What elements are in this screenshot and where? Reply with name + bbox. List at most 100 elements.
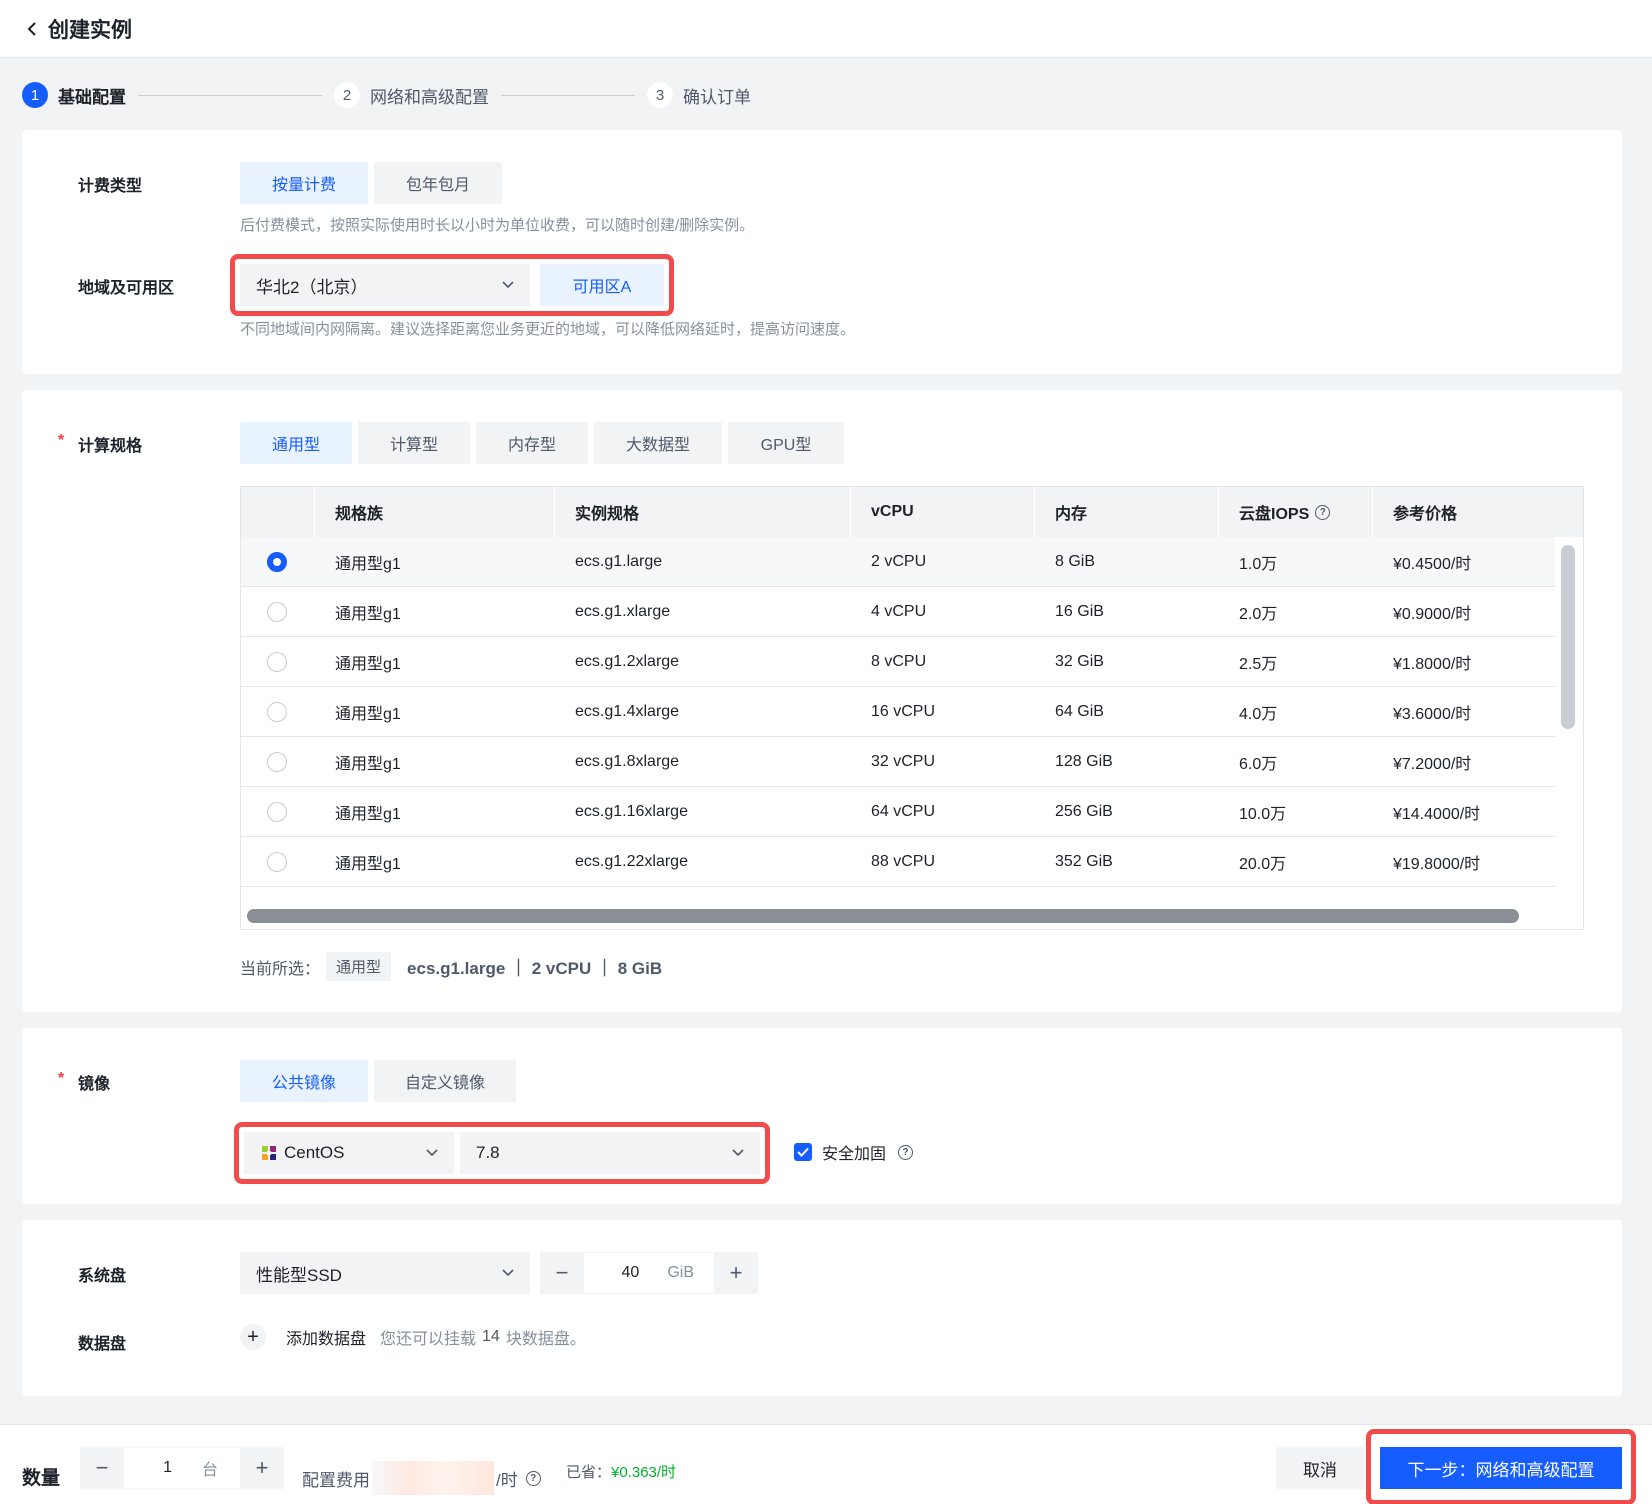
table-cell-type: ecs.g1.2xlarge [575, 653, 680, 670]
table-cell-select [241, 737, 315, 787]
system-disk-size-value: 40 [621, 1264, 640, 1281]
minus-button[interactable]: − [80, 1447, 124, 1489]
column-header-text: 云盘IOPS [1239, 506, 1310, 523]
table-cell-iops: 4.0万 [1239, 706, 1278, 723]
vertical-scrollbar[interactable] [1561, 545, 1575, 729]
image-tab-custom[interactable]: 自定义镜像 [374, 1060, 516, 1102]
minus-button[interactable]: − [540, 1252, 584, 1294]
system-disk-type-value: 性能型SSD [256, 1265, 342, 1285]
column-header: 参考价格 [1373, 487, 1583, 537]
table-row[interactable]: 通用型g1 ecs.g1.16xlarge 64 vCPU 256 GiB 10.0万 ¥… [241, 787, 1555, 837]
plus-button[interactable]: + [714, 1252, 758, 1294]
zone-option-a[interactable]: 可用区A [540, 264, 664, 306]
spec-tab-memory[interactable]: 内存型 [476, 422, 588, 464]
row-radio[interactable] [267, 702, 287, 722]
spec-tab-general[interactable]: 通用型 [240, 422, 352, 464]
column-header: 规格族 [315, 487, 555, 537]
chevron-down-icon [502, 1267, 514, 1279]
saved-label: 已省： [566, 1464, 612, 1481]
version-select-value: 7.8 [476, 1143, 500, 1162]
horizontal-scrollbar[interactable] [247, 909, 1519, 923]
required-mark: * [58, 432, 65, 449]
table-cell-price: ¥14.4000/时 [1393, 806, 1481, 823]
os-select[interactable]: CentOS [244, 1132, 454, 1174]
table-row[interactable]: 通用型g1 ecs.g1.xlarge 4 vCPU 16 GiB 2.0万 ¥0.900… [241, 587, 1555, 637]
plus-button[interactable]: + [240, 1447, 284, 1489]
table-cell-price: ¥1.8000/时 [1393, 656, 1472, 673]
table-cell-iops: 2.5万 [1239, 656, 1278, 673]
page-header: 创建实例 [0, 0, 1652, 58]
current-selection-value: ecs.g1.large ｜ 2 vCPU ｜ 8 GiB [407, 959, 663, 978]
system-disk-size-input[interactable]: 40 GiB [584, 1252, 714, 1294]
step-3-label: 确认订单 [683, 87, 751, 107]
table-cell-iops: 6.0万 [1239, 756, 1278, 773]
image-tab-public[interactable]: 公共镜像 [240, 1060, 368, 1102]
row-radio[interactable] [267, 802, 287, 822]
region-hint: 不同地域间内网隔离。建议选择距离您业务更近的地域，可以降低网络延时，提高访问速度… [240, 321, 856, 338]
fee-info: 配置费用 /时 ? [302, 1461, 541, 1495]
table-row[interactable]: 通用型g1 ecs.g1.8xlarge 32 vCPU 128 GiB 6.0万 ¥7.… [241, 737, 1555, 787]
security-option[interactable]: 安全加固 ? [794, 1140, 914, 1164]
row-radio[interactable] [267, 652, 287, 672]
fee-value-blurred [372, 1461, 494, 1495]
table-cell-price: ¥0.9000/时 [1393, 606, 1472, 623]
table-cell-price: ¥7.2000/时 [1393, 756, 1472, 773]
table-row[interactable]: 通用型g1 ecs.g1.large 2 vCPU 8 GiB 1.0万 ¥0.4500/… [241, 537, 1555, 587]
table-cell-type: ecs.g1.8xlarge [575, 753, 680, 770]
current-selection-tag: 通用型 [326, 952, 392, 981]
region-select[interactable]: 华北2（北京） [240, 264, 530, 306]
plus-icon[interactable]: + [240, 1324, 266, 1350]
spec-tabs: 通用型 计算型 内存型 大数据型 GPU型 [240, 422, 844, 464]
quantity-input[interactable]: 1 台 [124, 1447, 240, 1489]
disk-card: 系统盘 性能型SSD − 40 GiB + 数据盘 + 添加数据盘 您还可以挂载… [22, 1220, 1622, 1396]
table-cell-select [241, 687, 315, 737]
add-data-disk-button[interactable]: 添加数据盘 [286, 1325, 366, 1349]
spec-table-header: 规格族 实例规格 vCPU 内存 云盘IOPS ? 参考价格 [241, 487, 1583, 537]
spec-tab-compute[interactable]: 计算型 [358, 422, 470, 464]
page-title: 创建实例 [48, 18, 132, 42]
security-checkbox[interactable] [794, 1143, 812, 1161]
table-cell-type: ecs.g1.16xlarge [575, 803, 688, 820]
image-label-text: 镜像 [78, 1076, 111, 1093]
step-2: 2 网络和高级配置 [334, 82, 489, 108]
step-1: 1 基础配置 [22, 82, 126, 108]
row-radio[interactable] [267, 602, 287, 622]
question-icon[interactable]: ? [898, 1144, 914, 1160]
quantity-label: 数量 [22, 1468, 61, 1489]
table-cell-select [241, 537, 315, 587]
table-row[interactable]: 通用型g1 ecs.g1.22xlarge 88 vCPU 352 GiB 20.0万 ¥… [241, 837, 1555, 887]
region-select-value: 华北2（北京） [256, 277, 368, 297]
table-cell-vcpu: 64 vCPU [871, 803, 936, 820]
billing-option-monthly[interactable]: 包年包月 [374, 162, 502, 204]
table-cell-select [241, 787, 315, 837]
spec-label: * 计算规格 [58, 432, 143, 456]
row-radio[interactable] [267, 852, 287, 872]
table-row[interactable]: 通用型g1 ecs.g1.2xlarge 8 vCPU 32 GiB 2.5万 ¥1.80… [241, 637, 1555, 687]
centos-logo-icon [260, 1144, 278, 1162]
spec-label-text: 计算规格 [78, 438, 143, 455]
step-1-label: 基础配置 [58, 87, 126, 107]
version-select[interactable]: 7.8 [460, 1132, 760, 1174]
system-disk-type-select[interactable]: 性能型SSD [240, 1252, 530, 1294]
question-icon[interactable]: ? [1315, 504, 1331, 520]
table-row[interactable]: 通用型g1 ecs.g1.4xlarge 16 vCPU 64 GiB 4.0万 ¥3.6… [241, 687, 1555, 737]
table-cell-price: ¥19.8000/时 [1393, 856, 1481, 873]
row-radio[interactable] [267, 752, 287, 772]
spec-tab-gpu[interactable]: GPU型 [728, 422, 844, 464]
add-data-disk-hint-suffix: 块数据盘。 [505, 1331, 586, 1348]
required-mark: * [58, 1070, 65, 1087]
table-cell-family: 通用型g1 [335, 656, 401, 673]
row-radio[interactable] [267, 552, 287, 572]
billing-option-hourly[interactable]: 按量计费 [240, 162, 368, 204]
cancel-button[interactable]: 取消 [1276, 1447, 1364, 1489]
table-cell-family: 通用型g1 [335, 606, 401, 623]
system-disk-label: 系统盘 [78, 1268, 127, 1285]
question-icon[interactable]: ? [525, 1470, 541, 1486]
spec-tab-bigdata[interactable]: 大数据型 [594, 422, 722, 464]
step-2-label: 网络和高级配置 [370, 87, 489, 107]
table-cell-iops: 10.0万 [1239, 806, 1287, 823]
security-label: 安全加固 [822, 1146, 887, 1163]
step-2-number: 2 [334, 82, 360, 108]
next-step-button[interactable]: 下一步：网络和高级配置 [1380, 1447, 1622, 1489]
chevron-left-icon[interactable] [22, 19, 42, 39]
